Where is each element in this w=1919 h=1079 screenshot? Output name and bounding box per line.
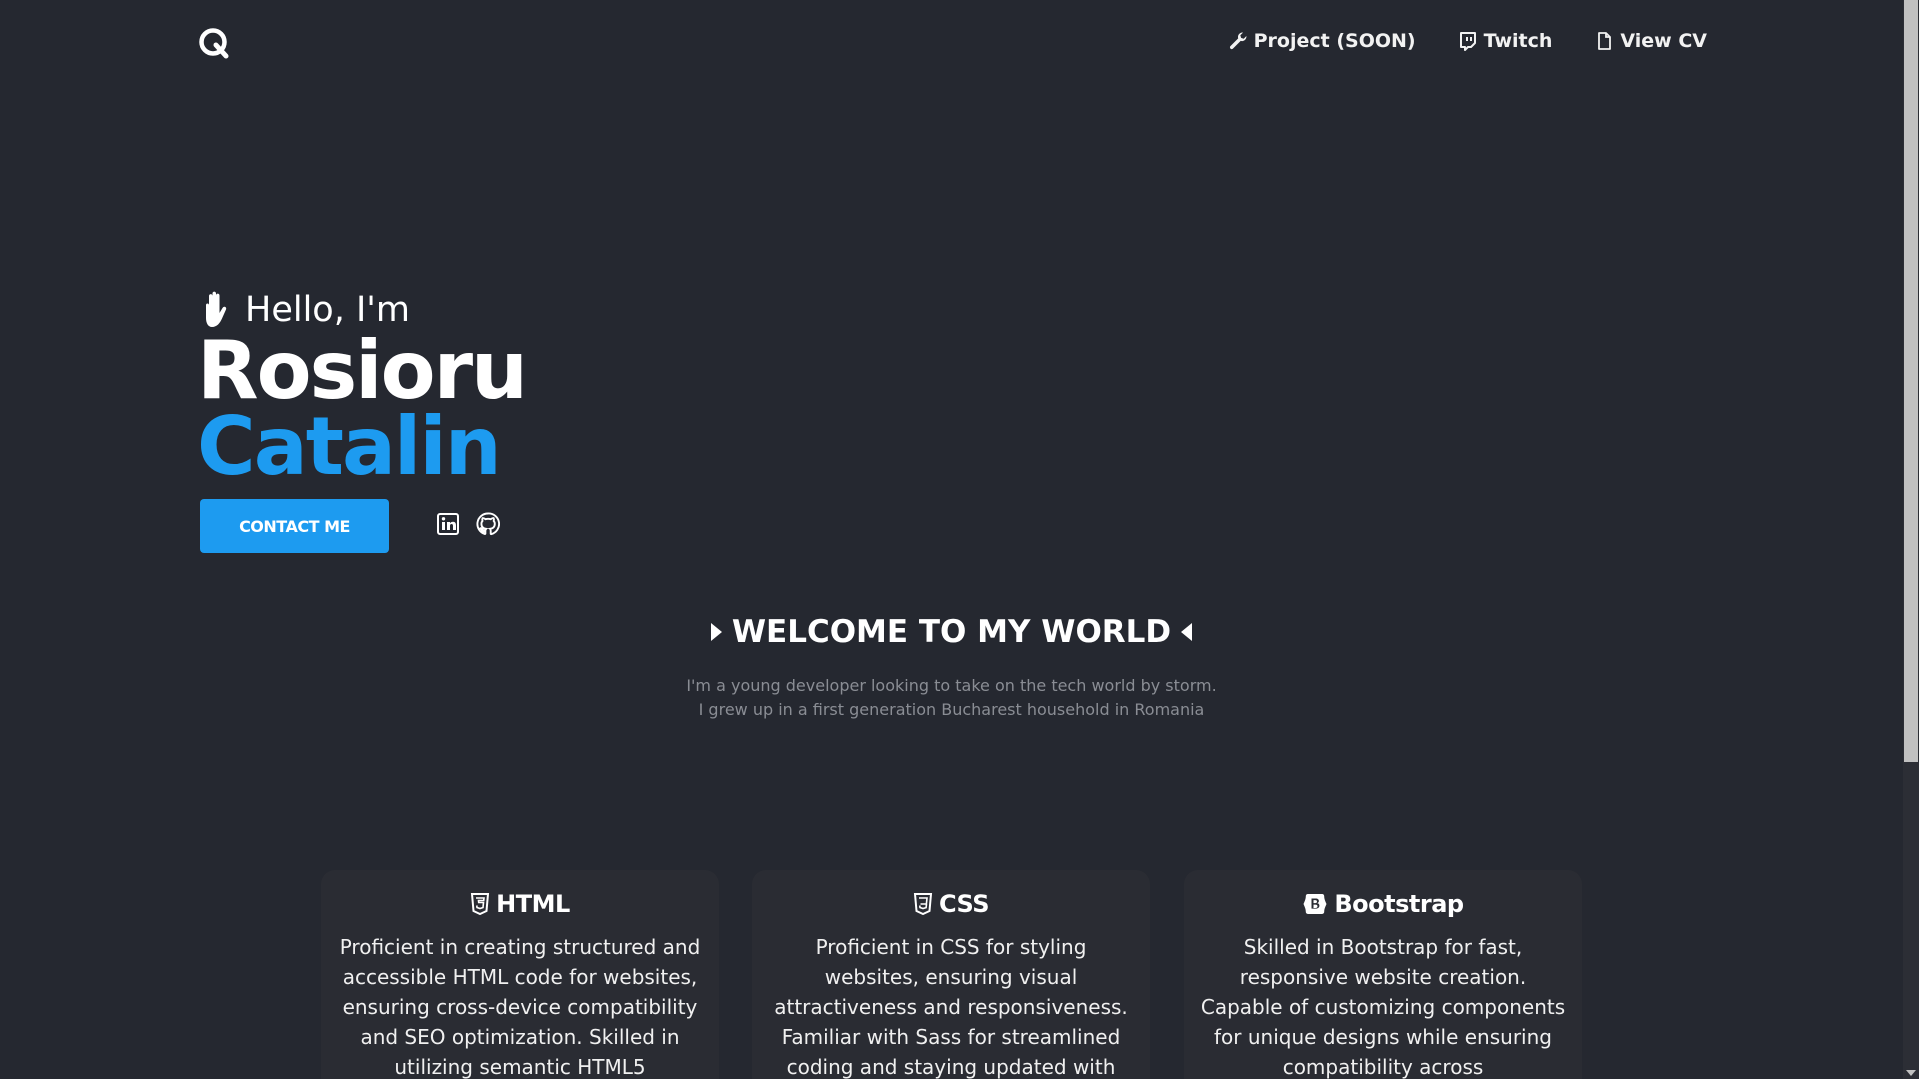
card-title-label: CSS (938, 890, 990, 918)
skill-card-css: CSS Proficient in CSS for styling websit… (752, 870, 1150, 1079)
bootstrap-icon (1303, 894, 1327, 914)
card-description: Proficient in creating structured and ac… (339, 935, 701, 1079)
caret-right-icon (710, 623, 722, 641)
intro-text: I'm a young developer looking to take on… (0, 674, 1903, 722)
scroll-down-arrow-icon[interactable] (1906, 1070, 1916, 1076)
contact-me-button[interactable]: CONTACT ME (200, 499, 389, 553)
intro-line: I grew up in a first generation Buchares… (698, 700, 1205, 719)
caret-left-icon (1181, 623, 1193, 641)
nav-item-label: Twitch (1483, 30, 1553, 52)
card-description: Proficient in CSS for styling websites, … (774, 935, 1128, 1079)
nav-item-twitch[interactable]: Twitch (1458, 30, 1553, 52)
nav-item-label: Project (SOON) (1253, 30, 1416, 52)
welcome-heading: WELCOME TO MY WORLD (0, 614, 1903, 650)
intro-line: I'm a young developer looking to take on… (686, 676, 1217, 695)
skill-card-html: HTML Proficient in creating structured a… (321, 870, 719, 1079)
card-description: Skilled in Bootstrap for fast, responsiv… (1200, 935, 1566, 1079)
css3-icon (913, 893, 933, 915)
hero-last-name: Catalin (197, 400, 502, 493)
wrench-icon (1229, 32, 1247, 50)
nav-item-project[interactable]: Project (SOON) (1228, 30, 1416, 52)
card-title: Bootstrap (1184, 890, 1582, 918)
nav-item-label: View CV (1620, 30, 1707, 52)
card-title-label: Bootstrap (1334, 890, 1464, 918)
nav-item-view-cv[interactable]: View CV (1594, 30, 1707, 52)
twitch-icon (1459, 32, 1476, 51)
card-title: HTML (321, 890, 719, 918)
page: Project (SOON) Twitch View CV Hello, I'm… (0, 0, 1919, 1079)
scrollbar-thumb[interactable] (1904, 0, 1918, 762)
card-title: CSS (752, 890, 1150, 918)
github-icon[interactable] (476, 512, 500, 536)
linkedin-icon[interactable] (436, 512, 460, 536)
welcome-title: WELCOME TO MY WORLD (731, 614, 1172, 650)
file-icon (1598, 32, 1612, 50)
html5-icon (471, 893, 490, 915)
q-logo-icon[interactable] (197, 26, 231, 60)
vertical-scrollbar[interactable] (1903, 0, 1919, 1079)
social-links (436, 512, 500, 536)
skill-card-bootstrap: Bootstrap Skilled in Bootstrap for fast,… (1184, 870, 1582, 1079)
card-title-label: HTML (496, 890, 570, 918)
main-nav: Project (SOON) Twitch View CV (1228, 30, 1707, 52)
